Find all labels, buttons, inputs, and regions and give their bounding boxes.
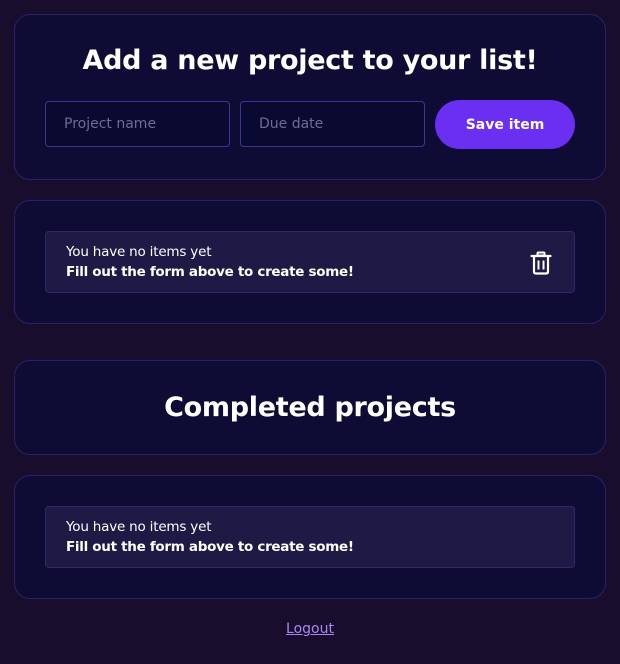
empty-message: You have no items yet xyxy=(66,519,212,535)
logout-link[interactable]: Logout xyxy=(0,621,620,637)
save-item-button[interactable]: Save item xyxy=(435,100,575,149)
empty-list-item: You have no items yet Fill out the form … xyxy=(45,506,575,568)
due-date-input[interactable] xyxy=(240,101,425,147)
empty-list-item: You have no items yet Fill out the form … xyxy=(45,231,575,293)
completed-header-card: Completed projects xyxy=(14,360,606,455)
add-project-card: Add a new project to your list! Save ite… xyxy=(14,14,606,180)
trash-icon[interactable] xyxy=(530,251,552,275)
project-name-input[interactable] xyxy=(45,101,230,147)
project-list-card: You have no items yet Fill out the form … xyxy=(14,200,606,324)
empty-hint: Fill out the form above to create some! xyxy=(66,264,354,280)
form-title: Add a new project to your list! xyxy=(82,45,538,76)
completed-title: Completed projects xyxy=(164,392,456,423)
empty-message: You have no items yet xyxy=(66,244,212,260)
completed-list-card: You have no items yet Fill out the form … xyxy=(14,475,606,599)
empty-hint: Fill out the form above to create some! xyxy=(66,539,354,555)
